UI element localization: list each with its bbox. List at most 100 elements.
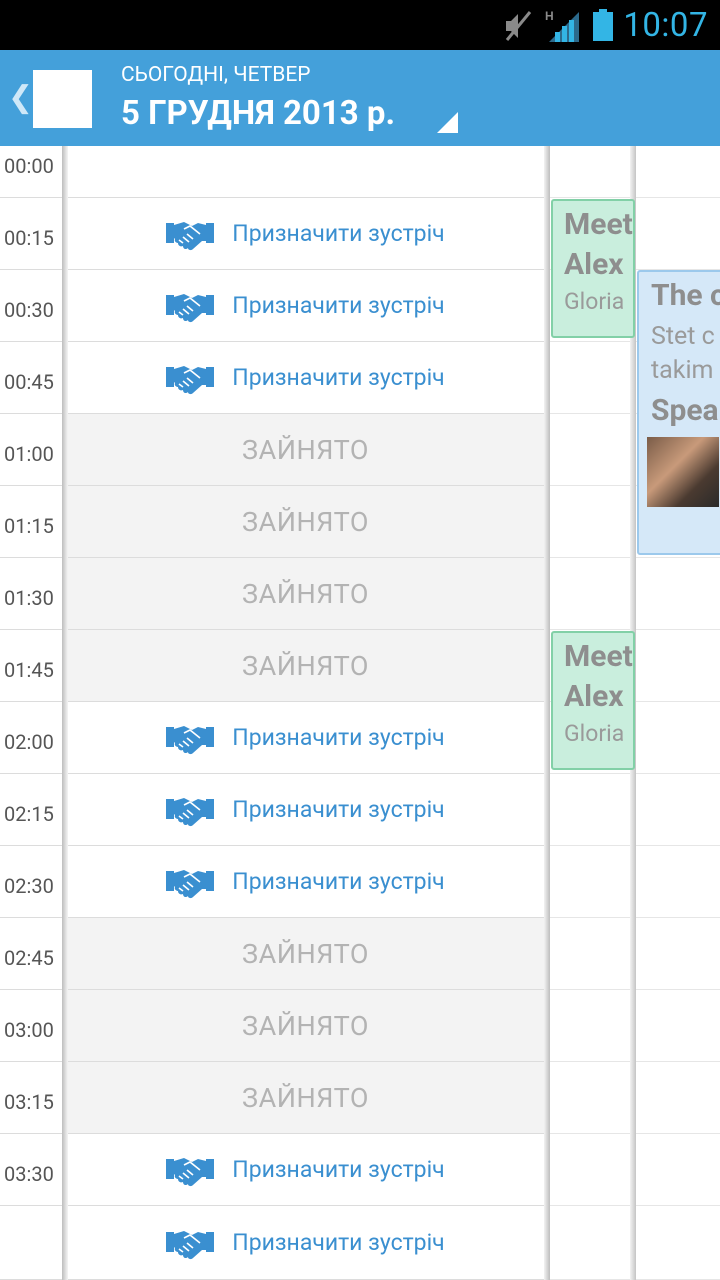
busy-label: ЗАЙНЯТО [242, 1081, 369, 1114]
time-label: 03:15 [4, 1090, 54, 1114]
time-label: 01:00 [4, 442, 54, 466]
book-appointment-slot[interactable]: Призначити зустріч [65, 846, 546, 918]
row-divider [550, 1205, 630, 1206]
event-card-talk[interactable]: The c Stet c takim Speaker [637, 270, 720, 555]
book-appointment-slot[interactable]: Призначити зустріч [65, 270, 546, 342]
book-appointment-label: Призначити зустріч [232, 868, 445, 895]
action-bar: ❮ СЬОГОДНІ, ЧЕТВЕР 5 ГРУДНЯ 2013 р. [0, 50, 720, 146]
busy-label: ЗАЙНЯТО [242, 1009, 369, 1042]
time-label: 03:30 [4, 1162, 54, 1186]
row-divider [0, 989, 62, 990]
row-divider [0, 197, 62, 198]
row-divider [0, 773, 62, 774]
event-speaker-label: Speaker [651, 393, 720, 428]
busy-slot: ЗАЙНЯТО [65, 486, 546, 558]
row-divider [636, 1133, 720, 1134]
book-appointment-slot[interactable]: Призначити зустріч [65, 1134, 546, 1206]
book-appointment-label: Призначити зустріч [232, 796, 445, 823]
row-divider [550, 197, 630, 198]
row-divider [0, 341, 62, 342]
time-label: 00:15 [4, 226, 54, 250]
signal-icon: H [545, 9, 579, 42]
mute-icon [505, 11, 532, 41]
row-divider [550, 845, 630, 846]
handshake-icon [166, 221, 215, 250]
book-appointment-button[interactable]: Призначити зустріч [166, 361, 445, 395]
row-divider [550, 1061, 630, 1062]
book-appointment-button[interactable]: Призначити зустріч [166, 865, 445, 899]
time-label: 00:00 [4, 154, 54, 178]
book-appointment-label: Призначити зустріч [232, 220, 445, 247]
time-label: 00:45 [4, 370, 54, 394]
time-label: 02:45 [4, 946, 54, 970]
event-attendee: Gloria [564, 720, 625, 747]
event-card-meeting[interactable]: Meeting Alex Gloria [551, 199, 635, 338]
row-divider [0, 269, 62, 270]
busy-label: ЗАЙНЯТО [242, 649, 369, 682]
row-divider [636, 989, 720, 990]
book-appointment-label: Призначити зустріч [232, 1229, 445, 1256]
handshake-icon [166, 365, 215, 394]
dropdown-indicator-icon[interactable] [437, 112, 458, 133]
row-divider [550, 413, 630, 414]
status-bar: H 10:07 [0, 0, 720, 50]
handshake-icon [166, 797, 215, 826]
row-divider [0, 1133, 62, 1134]
book-appointment-slot[interactable]: Призначити зустріч [65, 1206, 546, 1280]
row-divider [636, 845, 720, 846]
handshake-icon [166, 1157, 215, 1186]
row-divider [636, 629, 720, 630]
time-label: 01:30 [4, 586, 54, 610]
column-shadow-left [62, 146, 68, 1280]
row-divider [636, 197, 720, 198]
time-label: 03:00 [4, 1018, 54, 1042]
back-chevron-icon[interactable]: ❮ [8, 78, 33, 118]
time-label: 01:15 [4, 514, 54, 538]
book-appointment-slot[interactable]: Призначити зустріч [65, 342, 546, 414]
row-divider [550, 989, 630, 990]
row-divider [550, 341, 630, 342]
book-appointment-slot[interactable]: Призначити зустріч [65, 198, 546, 270]
battery-icon [593, 9, 613, 41]
handshake-icon [166, 1230, 215, 1259]
time-label: 02:00 [4, 730, 54, 754]
row-divider [0, 917, 62, 918]
book-appointment-slot[interactable]: Призначити зустріч [65, 774, 546, 846]
row-divider [0, 701, 62, 702]
row-divider [0, 629, 62, 630]
svg-text:H: H [545, 9, 554, 23]
busy-label: ЗАЙНЯТО [242, 577, 369, 610]
event-subtitle: Alex [564, 679, 624, 714]
book-appointment-button[interactable]: Призначити зустріч [166, 793, 445, 827]
handshake-icon [166, 293, 215, 322]
book-appointment-button[interactable]: Призначити зустріч [166, 721, 445, 755]
book-appointment-button[interactable]: Призначити зустріч [166, 289, 445, 323]
event-card-meeting[interactable]: Meeting Alex Gloria [551, 631, 635, 770]
row-divider [0, 1205, 62, 1206]
time-column: 00:00 00:15 00:30 00:45 01:00 01:15 01:30 01:45… [0, 146, 63, 1280]
row-divider [0, 413, 62, 414]
event-title: Meeting [564, 639, 633, 674]
book-appointment-slot[interactable]: Призначити зустріч [65, 702, 546, 774]
time-label: 00:30 [4, 298, 54, 322]
date-title[interactable]: 5 ГРУДНЯ 2013 р. [121, 94, 395, 133]
event-subtitle: Alex [564, 247, 624, 282]
book-appointment-label: Призначити зустріч [232, 292, 445, 319]
empty-slot[interactable] [65, 146, 546, 198]
time-label: 02:15 [4, 802, 54, 826]
row-divider [636, 1061, 720, 1062]
row-divider [0, 1061, 62, 1062]
event-title: The c [651, 278, 720, 313]
book-appointment-button[interactable]: Призначити зустріч [166, 1226, 445, 1260]
book-appointment-label: Призначити зустріч [232, 724, 445, 751]
busy-slot: ЗАЙНЯТО [65, 1062, 546, 1134]
event-description: takim [651, 356, 714, 385]
row-divider [550, 629, 630, 630]
row-divider [636, 773, 720, 774]
book-appointment-button[interactable]: Призначити зустріч [166, 1153, 445, 1187]
app-icon[interactable] [33, 70, 92, 128]
handshake-icon [166, 869, 215, 898]
speaker-avatar [647, 437, 719, 507]
clock: 10:07 [623, 6, 708, 45]
book-appointment-button[interactable]: Призначити зустріч [166, 217, 445, 251]
